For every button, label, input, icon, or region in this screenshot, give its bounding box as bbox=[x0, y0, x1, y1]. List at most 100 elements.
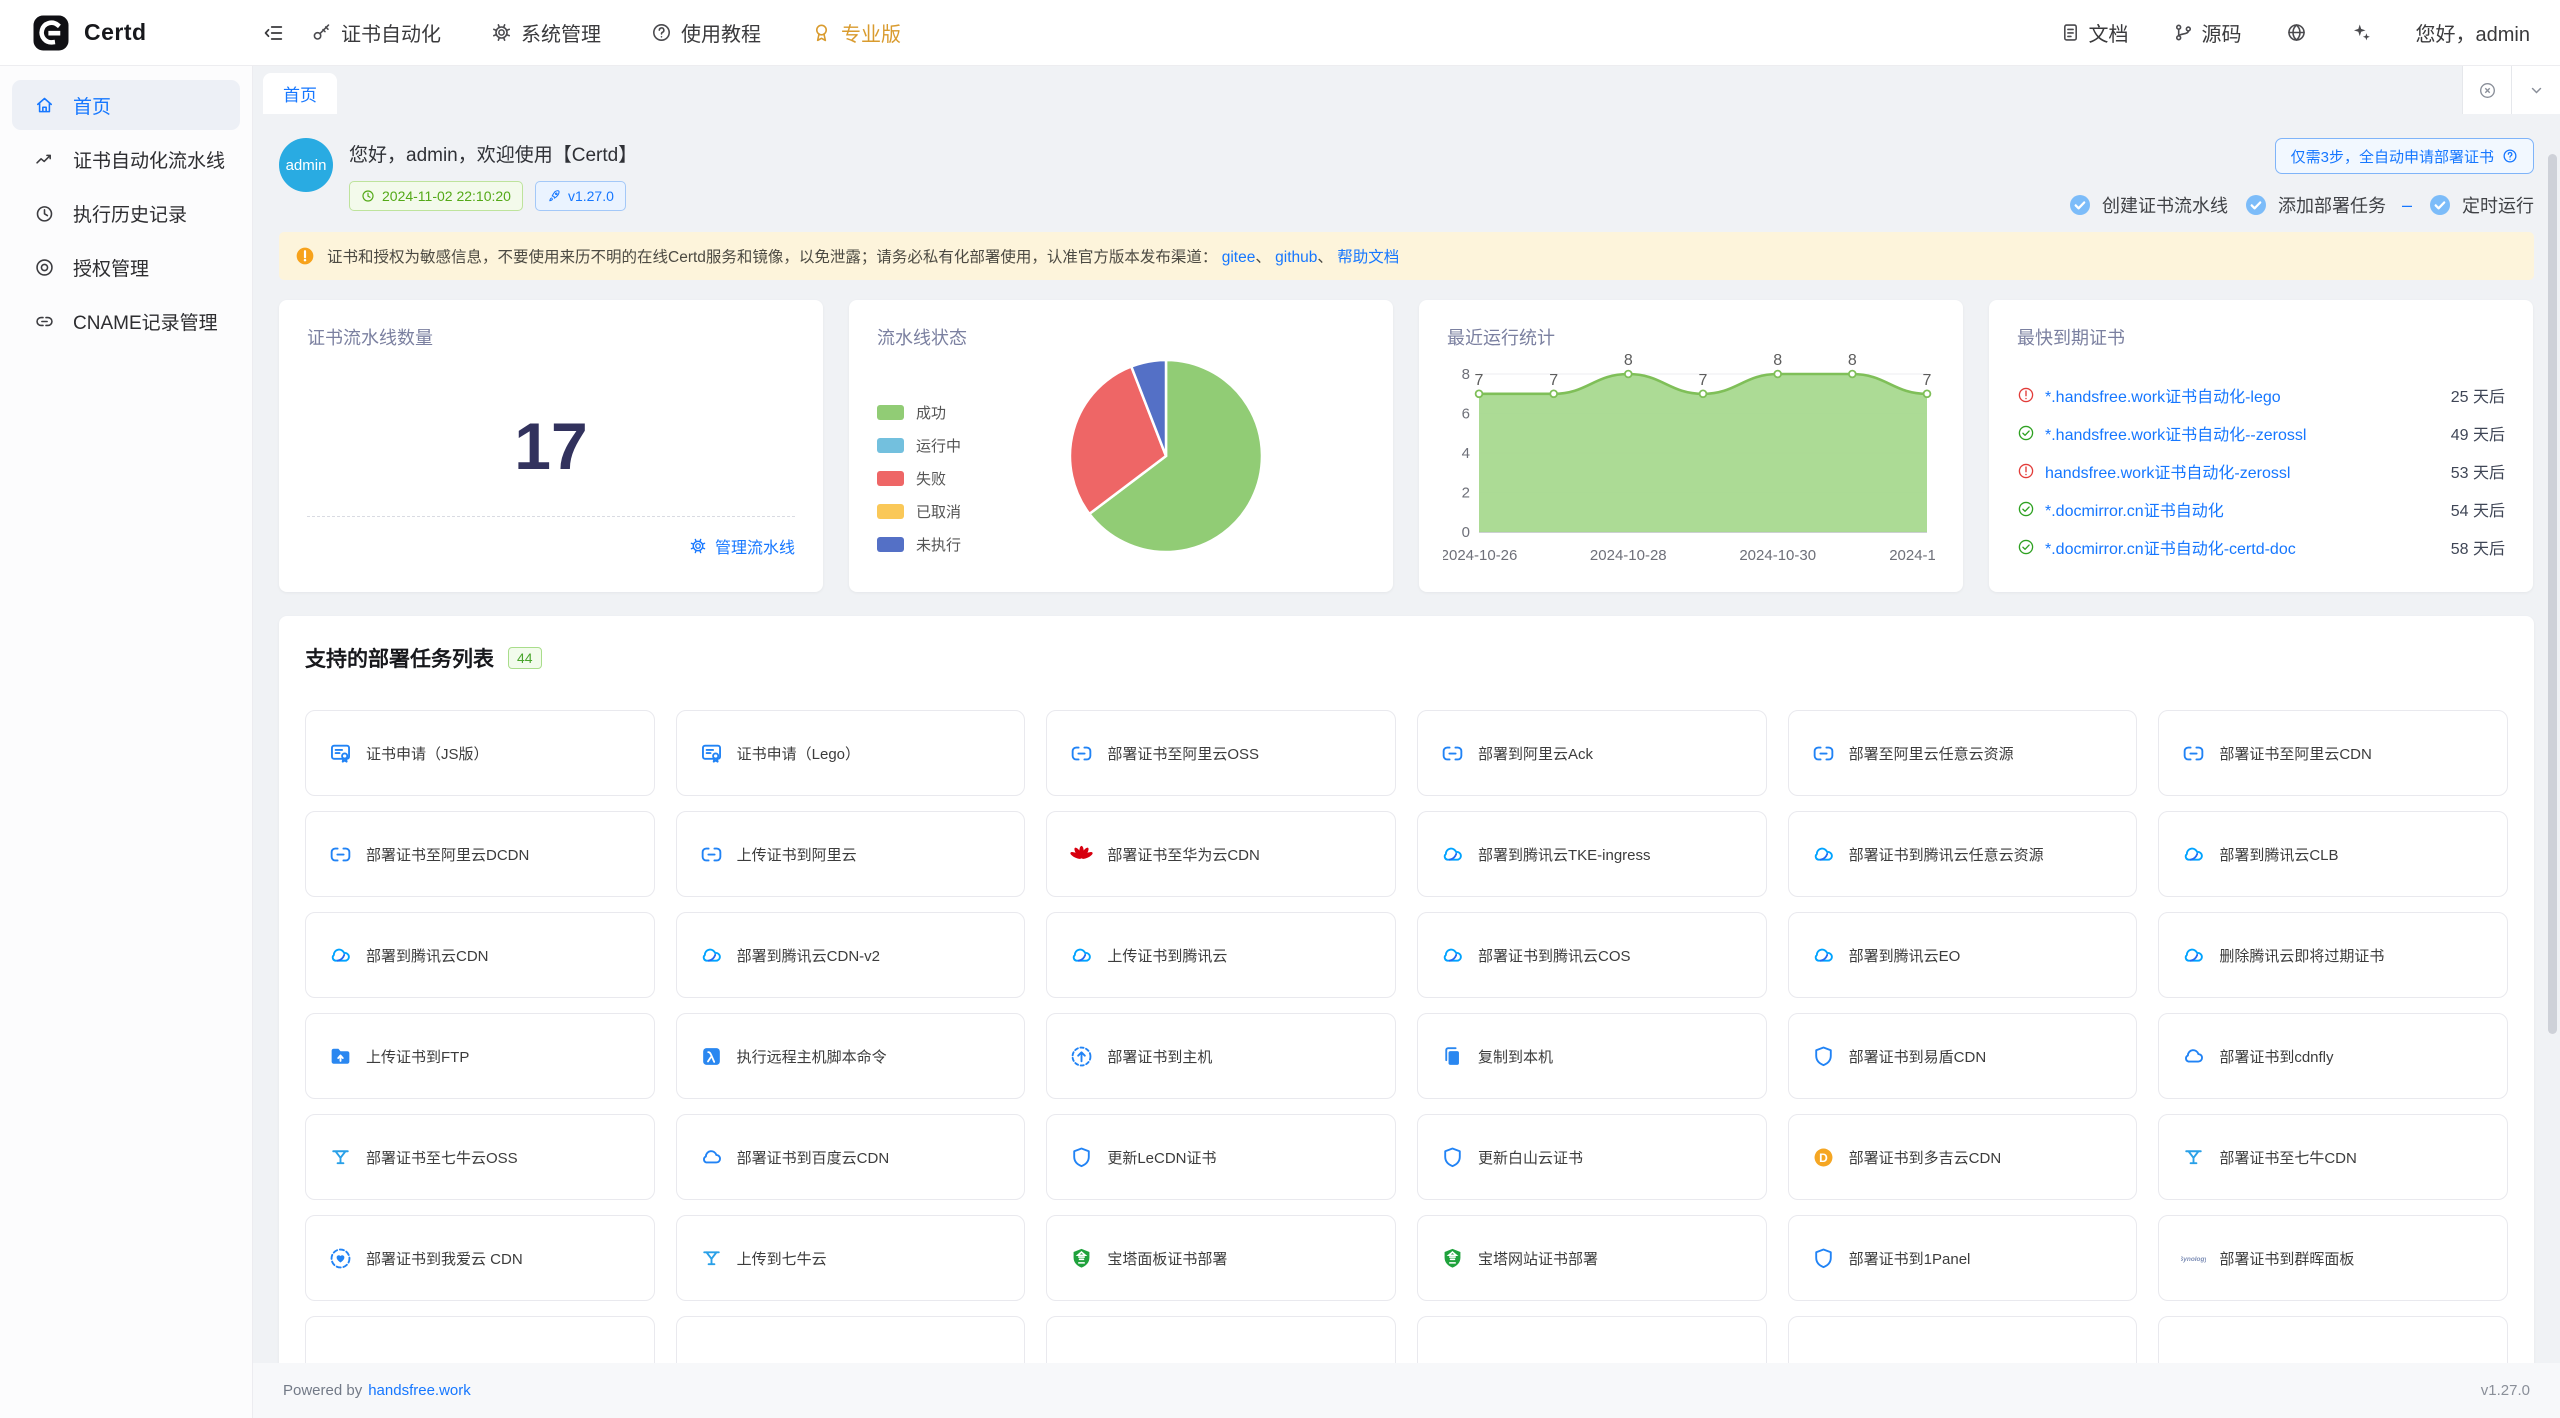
legend-item[interactable]: 未执行 bbox=[877, 528, 961, 561]
task-card[interactable]: 上传证书到FTP bbox=[305, 1013, 655, 1099]
svg-text:2: 2 bbox=[1462, 485, 1470, 502]
task-card[interactable]: 部署到腾讯云CDN bbox=[305, 912, 655, 998]
task-card-clipped[interactable] bbox=[1788, 1316, 2138, 1363]
cert-name-link[interactable]: handsfree.work证书自动化-zerossl bbox=[2045, 459, 2290, 483]
task-card[interactable]: 部署证书到百度云CDN bbox=[676, 1114, 1026, 1200]
sidebar-item-cname[interactable]: CNAME记录管理 bbox=[12, 296, 240, 346]
cert-name-link[interactable]: *.docmirror.cn证书自动化-certd-doc bbox=[2045, 535, 2296, 559]
sidebar-item-auth[interactable]: 授权管理 bbox=[12, 242, 240, 292]
doc-icon bbox=[2060, 22, 2081, 43]
legend-item[interactable]: 失败 bbox=[877, 462, 961, 495]
nav-system-manage[interactable]: 系统管理 bbox=[491, 18, 601, 47]
task-card-clipped[interactable] bbox=[305, 1316, 655, 1363]
nav-docs[interactable]: 文档 bbox=[2060, 18, 2129, 47]
task-card-clipped[interactable] bbox=[1046, 1316, 1396, 1363]
copy-icon bbox=[1440, 1044, 1465, 1069]
task-card[interactable]: 部署到腾讯云CDN-v2 bbox=[676, 912, 1026, 998]
deploy-tasks-panel: 支持的部署任务列表 44 证书申请（JS版）证书申请（Lego）部署证书至阿里云… bbox=[279, 616, 2534, 1363]
task-card[interactable]: 部署到阿里云Ack bbox=[1417, 710, 1767, 796]
banner-link-gitee[interactable]: gitee bbox=[1217, 249, 1255, 266]
task-card[interactable]: 部署证书到主机 bbox=[1046, 1013, 1396, 1099]
task-grid-overflow bbox=[305, 1316, 2508, 1363]
task-card[interactable]: 部署证书至华为云CDN bbox=[1046, 811, 1396, 897]
close-tabs-button[interactable] bbox=[2462, 66, 2511, 114]
task-label: 删除腾讯云即将过期证书 bbox=[2219, 945, 2384, 966]
task-card[interactable]: 部署证书到易盾CDN bbox=[1788, 1013, 2138, 1099]
task-card[interactable]: 上传证书到阿里云 bbox=[676, 811, 1026, 897]
sidebar-item-pipelines[interactable]: 证书自动化流水线 bbox=[12, 134, 240, 184]
task-card[interactable]: 证书申请（JS版） bbox=[305, 710, 655, 796]
nav-theme[interactable] bbox=[2351, 22, 2372, 43]
nav-source[interactable]: 源码 bbox=[2173, 18, 2242, 47]
task-card[interactable]: 更新LeCDN证书 bbox=[1046, 1114, 1396, 1200]
sidebar-item-home[interactable]: 首页 bbox=[12, 80, 240, 130]
task-label: 部署证书到cdnfly bbox=[2219, 1046, 2333, 1067]
task-card[interactable]: 部署证书至阿里云OSS bbox=[1046, 710, 1396, 796]
task-label: 证书申请（Lego） bbox=[737, 743, 860, 764]
banner-link-帮助文档[interactable]: 帮助文档 bbox=[1333, 249, 1399, 266]
task-card[interactable]: 执行远程主机脚本命令 bbox=[676, 1013, 1026, 1099]
task-card-clipped[interactable] bbox=[676, 1316, 1026, 1363]
tencent-icon bbox=[1811, 943, 1836, 968]
cert-days: 54 天后 bbox=[2451, 497, 2505, 521]
pie-legend: 成功运行中失败已取消未执行 bbox=[877, 396, 961, 561]
task-card[interactable]: 部署证书到cdnfly bbox=[2158, 1013, 2508, 1099]
task-card-clipped[interactable] bbox=[1417, 1316, 1767, 1363]
svg-text:4: 4 bbox=[1462, 445, 1470, 462]
task-card[interactable]: 更新白山云证书 bbox=[1417, 1114, 1767, 1200]
security-warning-banner: 证书和授权为敏感信息，不要使用来历不明的在线Certd服务和镜像，以免泄露；请务… bbox=[279, 232, 2534, 280]
nav-tutorial[interactable]: 使用教程 bbox=[651, 18, 761, 47]
avatar[interactable]: admin bbox=[279, 138, 333, 192]
task-card[interactable]: D部署证书到多吉云CDN bbox=[1788, 1114, 2138, 1200]
task-card[interactable]: 删除腾讯云即将过期证书 bbox=[2158, 912, 2508, 998]
content-scroll-area[interactable]: admin 您好，admin，欢迎使用【Certd】 2024-11-02 22… bbox=[253, 114, 2560, 1363]
task-card[interactable]: 上传证书到腾讯云 bbox=[1046, 912, 1396, 998]
task-card[interactable]: 部署证书到1Panel bbox=[1788, 1215, 2138, 1301]
user-greeting[interactable]: 您好，admin bbox=[2416, 18, 2530, 47]
scrollbar-thumb[interactable] bbox=[2548, 154, 2557, 1034]
legend-item[interactable]: 已取消 bbox=[877, 495, 961, 528]
task-card[interactable]: 宝塔网站证书部署 bbox=[1417, 1215, 1767, 1301]
nav-cert-automation[interactable]: 证书自动化 bbox=[311, 18, 441, 47]
cert-name-link[interactable]: *.handsfree.work证书自动化--zerossl bbox=[2045, 421, 2306, 445]
app-title: Certd bbox=[84, 19, 147, 46]
task-card[interactable]: 部署证书到我爱云 CDN bbox=[305, 1215, 655, 1301]
manage-pipelines-link[interactable]: 管理流水线 bbox=[689, 534, 795, 558]
task-card[interactable]: 复制到本机 bbox=[1417, 1013, 1767, 1099]
banner-link-github[interactable]: github bbox=[1271, 249, 1318, 266]
task-card[interactable]: 部署证书到腾讯云任意云资源 bbox=[1788, 811, 2138, 897]
collapse-menu-icon[interactable] bbox=[263, 22, 285, 44]
nav-pro-edition[interactable]: 专业版 bbox=[811, 18, 901, 47]
task-card[interactable]: 宝塔面板证书部署 bbox=[1046, 1215, 1396, 1301]
handsfree-link[interactable]: handsfree.work bbox=[368, 1382, 471, 1399]
cert-name-link[interactable]: *.docmirror.cn证书自动化 bbox=[2045, 497, 2224, 521]
tab-menu-button[interactable] bbox=[2511, 66, 2560, 114]
task-card[interactable]: 部署证书到腾讯云COS bbox=[1417, 912, 1767, 998]
task-card[interactable]: 部署证书至七牛CDN bbox=[2158, 1114, 2508, 1200]
tab-home[interactable]: 首页 bbox=[263, 73, 337, 114]
sidebar-item-history[interactable]: 执行历史记录 bbox=[12, 188, 240, 238]
check-filled-icon bbox=[2068, 193, 2092, 217]
task-label: 部署到腾讯云CDN-v2 bbox=[737, 945, 880, 966]
legend-item[interactable]: 成功 bbox=[877, 396, 961, 429]
task-card[interactable]: 部署至阿里云任意云资源 bbox=[1788, 710, 2138, 796]
nav-language[interactable] bbox=[2286, 22, 2307, 43]
vertical-scrollbar[interactable] bbox=[2548, 114, 2558, 1363]
task-card[interactable]: 部署到腾讯云EO bbox=[1788, 912, 2138, 998]
task-card[interactable]: 部署到腾讯云TKE-ingress bbox=[1417, 811, 1767, 897]
script-icon bbox=[699, 1044, 724, 1069]
task-card[interactable]: 部署证书至七牛云OSS bbox=[305, 1114, 655, 1200]
task-card[interactable]: 部署到腾讯云CLB bbox=[2158, 811, 2508, 897]
task-card-clipped[interactable] bbox=[2158, 1316, 2508, 1363]
task-card[interactable]: Synology部署证书到群晖面板 bbox=[2158, 1215, 2508, 1301]
cert-name-link[interactable]: *.handsfree.work证书自动化-lego bbox=[2045, 383, 2281, 407]
legend-item[interactable]: 运行中 bbox=[877, 429, 961, 462]
svg-text:8: 8 bbox=[1462, 366, 1470, 383]
task-card[interactable]: 上传到七牛云 bbox=[676, 1215, 1026, 1301]
task-card[interactable]: 部署证书至阿里云CDN bbox=[2158, 710, 2508, 796]
main-area: 首页 admin 您好，admin，欢迎使用【Certd】 bbox=[253, 66, 2560, 1418]
task-card[interactable]: 部署证书至阿里云DCDN bbox=[305, 811, 655, 897]
quick-guide-button[interactable]: 仅需3步，全自动申请部署证书 bbox=[2275, 138, 2534, 174]
app-logo[interactable]: Certd bbox=[30, 12, 253, 54]
task-card[interactable]: 证书申请（Lego） bbox=[676, 710, 1026, 796]
